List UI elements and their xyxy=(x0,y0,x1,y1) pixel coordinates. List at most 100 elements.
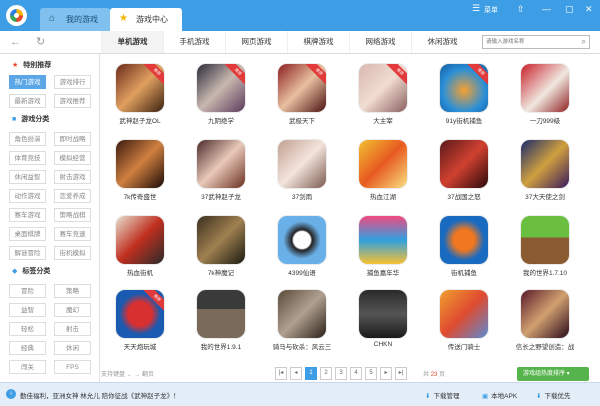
sidebar-item-racing[interactable]: 赛车游戏 xyxy=(9,208,46,222)
sidebar-item-rpg[interactable]: 角色扮演 xyxy=(9,132,46,146)
game-card[interactable]: 推荐 大主宰 xyxy=(348,64,418,136)
page-5-button[interactable]: 5 xyxy=(365,367,377,380)
tab-my-games[interactable]: ⌂ 我的游戏 xyxy=(40,8,110,31)
tab-casual[interactable]: 休闲游戏 xyxy=(411,31,473,53)
last-page-button[interactable]: ▸| xyxy=(395,367,407,380)
tab-standalone[interactable]: 单机游戏 xyxy=(101,31,163,53)
sidebar-item-sim[interactable]: 模拟经营 xyxy=(54,151,91,165)
tab-web[interactable]: 网页游戏 xyxy=(225,31,287,53)
sidebar-tag-levels[interactable]: 闯关 xyxy=(9,360,46,374)
game-card[interactable]: 推荐 武神赵子龙OL xyxy=(105,64,175,136)
sidebar-item-adventure[interactable]: 解谜冒险 xyxy=(9,246,46,260)
game-card[interactable]: 37战国之怒 xyxy=(429,140,499,212)
first-page-button[interactable]: |◂ xyxy=(275,367,287,380)
game-card[interactable]: 7k传奇盛世 xyxy=(105,140,175,212)
sidebar-item-latest[interactable]: 最新游戏 xyxy=(9,94,46,108)
game-thumbnail xyxy=(440,140,488,188)
sidebar-tag-adventure[interactable]: 冒险 xyxy=(9,284,46,298)
sidebar-item-ranking[interactable]: 游戏排行 xyxy=(54,75,91,89)
sidebar-tag-fantasy[interactable]: 魔幻 xyxy=(54,303,91,317)
sidebar-item-tabletop[interactable]: 桌面棋牌 xyxy=(9,227,46,241)
game-thumbnail xyxy=(440,216,488,264)
next-page-button[interactable]: ▸ xyxy=(380,367,392,380)
game-card[interactable]: 传送门骑士 xyxy=(429,290,499,362)
game-name: 我的世界1.7.10 xyxy=(522,270,568,277)
recommend-badge: 推荐 xyxy=(386,64,407,86)
download-priority-link[interactable]: ⬇ 下载优先 xyxy=(536,390,570,400)
minimize-icon[interactable]: — xyxy=(542,4,551,14)
game-card[interactable]: 37武神赵子龙 xyxy=(186,140,256,212)
sidebar-item-action[interactable]: 动作游戏 xyxy=(9,189,46,203)
title-bar: ⌂ 我的游戏 ★ 游戏中心 ☰ 菜单 ⇧ — ▢ ✕ xyxy=(0,0,600,31)
tab-mobile[interactable]: 手机游戏 xyxy=(163,31,225,53)
game-card[interactable]: 一刀999级 xyxy=(510,64,580,136)
game-card[interactable]: 37剑雨 xyxy=(267,140,337,212)
sidebar-tag-puzzle[interactable]: 益智 xyxy=(9,303,46,317)
section-tags: ◆ 标签分类 xyxy=(12,266,50,276)
sidebar-item-puzzle[interactable]: 休闲益智 xyxy=(9,170,46,184)
game-card[interactable]: CHKN xyxy=(348,290,418,362)
sidebar-item-hot[interactable]: 热门游戏 xyxy=(9,75,46,89)
game-card[interactable]: 骑马与砍杀：风云三 xyxy=(267,290,337,362)
game-name: 热血江湖 xyxy=(370,194,396,201)
game-card[interactable]: 信长之野望创造：战 xyxy=(510,290,580,362)
recommend-badge: 推荐 xyxy=(305,64,326,86)
page-2-button[interactable]: 2 xyxy=(320,367,332,380)
game-card[interactable]: 推荐 武极天下 xyxy=(267,64,337,136)
tab-online[interactable]: 网络游戏 xyxy=(349,31,411,53)
local-apk-link[interactable]: ▣ 本地APK xyxy=(482,390,517,400)
game-card[interactable]: 我的世界1.7.10 xyxy=(510,216,580,288)
prev-page-button[interactable]: ◂ xyxy=(290,367,302,380)
announcement-icon: i xyxy=(6,389,16,399)
page-4-button[interactable]: 4 xyxy=(350,367,362,380)
menu-button[interactable]: 菜单 xyxy=(484,5,498,15)
download-icon: ⬇ xyxy=(425,393,431,400)
sidebar-item-sports[interactable]: 体育竞技 xyxy=(9,151,46,165)
game-thumbnail: 推荐 xyxy=(116,290,164,338)
tab-game-center[interactable]: ★ 游戏中心 xyxy=(110,8,182,31)
sidebar-tag-fps[interactable]: FPS xyxy=(54,360,91,374)
game-thumbnail xyxy=(197,140,245,188)
page-3-button[interactable]: 3 xyxy=(335,367,347,380)
recommend-badge: 推荐 xyxy=(143,64,164,86)
close-icon[interactable]: ✕ xyxy=(585,4,593,14)
sidebar-tag-casual[interactable]: 休闲 xyxy=(54,341,91,355)
download-manager-link[interactable]: ⬇ 下载管理 xyxy=(425,390,459,400)
sidebar-item-speed[interactable]: 赛车竞速 xyxy=(54,227,91,241)
skin-icon[interactable]: ☰ xyxy=(472,3,480,13)
game-card[interactable]: 热血江湖 xyxy=(348,140,418,212)
page-1-button[interactable]: 1 xyxy=(305,367,317,380)
sidebar-item-rts[interactable]: 即时战略 xyxy=(54,132,91,146)
sidebar-tag-classic[interactable]: 经典 xyxy=(9,341,46,355)
collapse-icon[interactable]: ⇧ xyxy=(517,4,525,14)
game-card[interactable]: 推荐 91y街机捕鱼 xyxy=(429,64,499,136)
tab-board[interactable]: 棋牌游戏 xyxy=(287,31,349,53)
back-icon[interactable]: ← xyxy=(10,35,21,49)
sidebar-tag-strategy[interactable]: 策略 xyxy=(54,284,91,298)
announcement-text[interactable]: 勤佳福利，亚洲女神 林允儿 陪你征战《武神赵子龙》！ xyxy=(20,390,180,400)
game-card[interactable]: 推荐 九阴绝学 xyxy=(186,64,256,136)
sidebar-item-dating[interactable]: 恋爱养成 xyxy=(54,189,91,203)
sidebar-tag-easy[interactable]: 轻松 xyxy=(9,322,46,336)
refresh-icon[interactable]: ↻ xyxy=(36,35,45,49)
game-card[interactable]: 7k神魔记 xyxy=(186,216,256,288)
search-icon[interactable]: ⌕ xyxy=(582,37,586,47)
sidebar: ★ 特别推荐 热门游戏 游戏排行 最新游戏 游戏推荐 ■ 游戏分类 角色扮演 即时战… xyxy=(0,54,100,382)
game-card[interactable]: 推荐 天天炮玩城 xyxy=(105,290,175,362)
section-featured: ★ 特别推荐 xyxy=(12,60,51,70)
game-card[interactable]: 我的世界1.9.1 xyxy=(186,290,256,362)
sort-button[interactable]: 游戏组热度排序 ▾ xyxy=(517,367,589,381)
sidebar-tag-shooting[interactable]: 射击 xyxy=(54,322,91,336)
game-card[interactable]: 37大天使之剑 xyxy=(510,140,580,212)
search-input[interactable] xyxy=(483,36,573,48)
game-card[interactable]: 4399仙语 xyxy=(267,216,337,288)
sidebar-item-strategy[interactable]: 策略战棋 xyxy=(54,208,91,222)
sidebar-item-recommend[interactable]: 游戏推荐 xyxy=(54,94,91,108)
game-card[interactable]: 捕鱼嘉年华 xyxy=(348,216,418,288)
sidebar-item-arcade[interactable]: 街机模拟 xyxy=(54,246,91,260)
sidebar-item-shooter[interactable]: 射击游戏 xyxy=(54,170,91,184)
total-suffix: 页 xyxy=(439,372,446,378)
maximize-icon[interactable]: ▢ xyxy=(565,4,574,14)
game-card[interactable]: 热血街机 xyxy=(105,216,175,288)
game-card[interactable]: 街机捕鱼 xyxy=(429,216,499,288)
